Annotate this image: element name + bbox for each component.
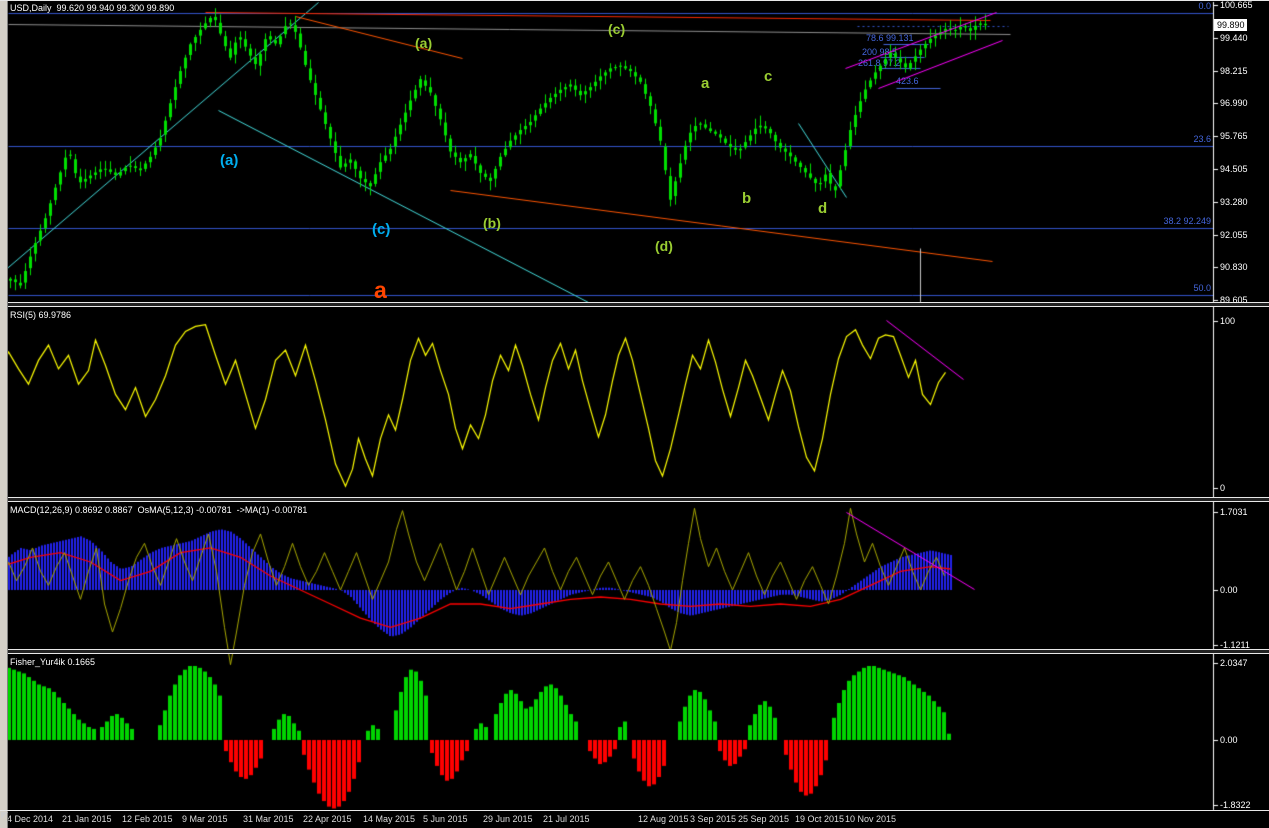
time-axis-label: 21 Jul 2015 — [543, 814, 590, 824]
time-axis-label: 12 Aug 2015 — [638, 814, 689, 824]
ohlc-close: 99.890 — [146, 3, 175, 13]
price-axis-label: 96.990 — [1220, 98, 1248, 108]
time-axis-label: 25 Sep 2015 — [738, 814, 790, 824]
time-axis-label: 14 May 2015 — [363, 814, 416, 824]
wave-label: (a) — [415, 35, 433, 51]
price-axis-label: 98.215 — [1220, 66, 1248, 76]
time-axis-label: 10 Nov 2015 — [845, 814, 897, 824]
fisher-axis-label: -1.8322 — [1220, 800, 1251, 810]
fib-level-label: 38.2 92.249 — [1163, 216, 1211, 226]
ohlc-open: 99.620 — [56, 3, 85, 13]
time-axis-label: 21 Jan 2015 — [62, 814, 112, 824]
wave-label: (b) — [483, 215, 501, 231]
time-axis-label: 31 Mar 2015 — [243, 814, 294, 824]
rsi-axis-label: 100 — [1220, 316, 1236, 326]
rsi-indicator-label: RSI(5) 69.9786 — [10, 310, 72, 320]
macd-axis-label: -1.1211 — [1220, 640, 1250, 650]
ohlc-low: 99.300 — [116, 3, 145, 13]
fib-level-label: 50.0 — [1193, 283, 1211, 293]
wave-label: a — [374, 277, 387, 303]
time-axis-label: 29 Jun 2015 — [483, 814, 533, 824]
price-axis-label: 99.440 — [1220, 33, 1248, 43]
time-axis-label: 19 Oct 2015 — [795, 814, 845, 824]
wave-label: (a) — [220, 152, 239, 169]
chart-title: USD,Daily 99.620 99.940 99.300 99.890 — [10, 3, 174, 14]
price-axis-label: 90.830 — [1220, 262, 1248, 272]
time-axis-label: 9 Mar 2015 — [182, 814, 228, 824]
rsi-axis-label: 0 — [1220, 483, 1226, 493]
price-axis-label: 94.505 — [1220, 164, 1248, 174]
fisher-indicator-label: Fisher_Yur4ik 0.1665 — [10, 657, 96, 667]
price-axis-label: 93.280 — [1220, 197, 1248, 207]
wave-label: (d) — [655, 238, 673, 254]
wave-label: d — [818, 200, 828, 217]
fisher-axis-label: 0.00 — [1220, 735, 1238, 745]
macd-axis-label: 1.7031 — [1220, 507, 1248, 517]
mt4-chart-window: 78.6 99.131200 98.5261.8 97.2423.6 USD,D… — [0, 0, 1269, 828]
time-axis-label: 12 Feb 2015 — [122, 814, 173, 824]
wave-label: a — [701, 75, 710, 92]
fib-level-label: 23.6 — [1193, 134, 1211, 144]
wave-label: c — [764, 68, 773, 85]
price-axis-label: 92.055 — [1220, 230, 1248, 240]
price-axis-label: 95.765 — [1220, 131, 1248, 141]
price-axis-label: 100.665 — [1220, 0, 1253, 10]
macd-axis-label: 0.00 — [1220, 585, 1238, 595]
current-price-box: 99.890 — [1214, 19, 1247, 31]
time-axis-label: 24 Dec 2014 — [2, 814, 54, 824]
text-labels-layer: USD,Daily 99.620 99.940 99.300 99.890 RS… — [0, 0, 1269, 828]
ohlc-high: 99.940 — [86, 3, 115, 13]
fisher-axis-label: 2.0347 — [1220, 658, 1248, 668]
fib-level-label: 0.0 — [1198, 1, 1211, 11]
wave-label: (c) — [372, 221, 391, 238]
symbol-period-label: USD,Daily — [10, 3, 52, 13]
wave-label: b — [742, 190, 752, 207]
time-axis-label: 22 Apr 2015 — [303, 814, 352, 824]
price-axis-label: 89.605 — [1220, 295, 1248, 305]
macd-indicator-label: MACD(12,26,9) 0.8692 0.8867 OsMA(5,12,3)… — [10, 505, 308, 515]
time-axis-label: 3 Sep 2015 — [690, 814, 737, 824]
time-axis-label: 5 Jun 2015 — [423, 814, 468, 824]
wave-label: (c) — [608, 21, 626, 37]
